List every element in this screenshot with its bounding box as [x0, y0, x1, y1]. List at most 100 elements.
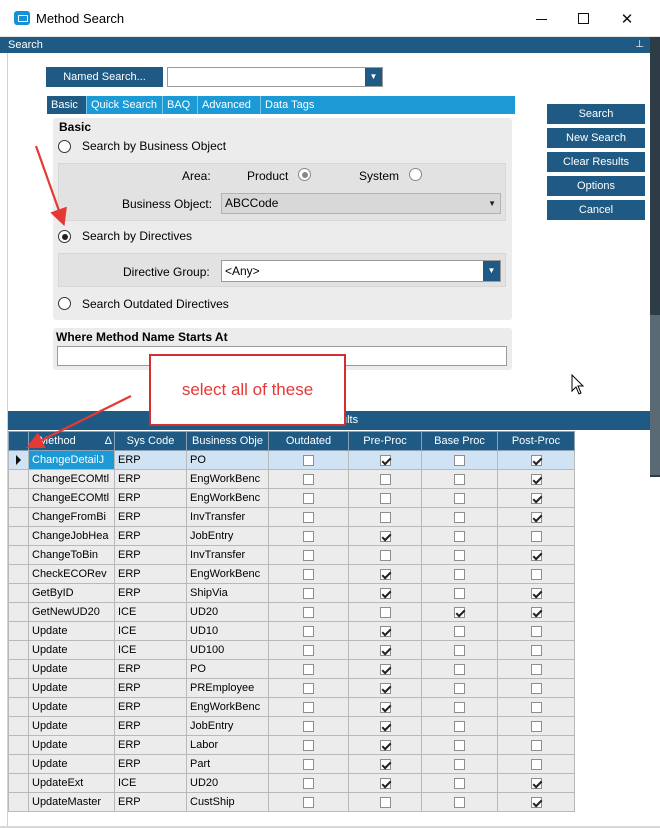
column-header-outdated[interactable]: Outdated: [268, 431, 349, 451]
checkbox[interactable]: [379, 511, 391, 523]
checkbox[interactable]: [530, 587, 542, 599]
checkbox[interactable]: [454, 701, 465, 713]
cell-business-object[interactable]: EngWorkBenc: [186, 469, 269, 489]
table-row[interactable]: Update ICE UD100: [8, 640, 575, 660]
checkbox[interactable]: [454, 720, 465, 732]
checkbox[interactable]: [379, 777, 391, 789]
cancel-button[interactable]: Cancel: [547, 200, 645, 220]
table-row[interactable]: UpdateMaster ERP CustShip: [8, 792, 575, 812]
checkbox[interactable]: [454, 644, 465, 656]
checkbox[interactable]: [530, 454, 542, 466]
checkbox[interactable]: [303, 587, 314, 599]
cell-method[interactable]: Update: [28, 640, 115, 660]
checkbox[interactable]: [379, 549, 391, 561]
cell-pre-proc[interactable]: [348, 659, 422, 679]
table-row[interactable]: ChangeECOMtl ERP EngWorkBenc: [8, 488, 575, 508]
cell-base-proc[interactable]: [421, 773, 498, 793]
cell-outdated[interactable]: [268, 602, 349, 622]
tab-baq[interactable]: BAQ: [163, 96, 198, 114]
cell-business-object[interactable]: Labor: [186, 735, 269, 755]
table-row[interactable]: Update ERP Part: [8, 754, 575, 774]
table-row[interactable]: GetNewUD20 ICE UD20: [8, 602, 575, 622]
cell-method[interactable]: ChangeDetailJ: [28, 450, 115, 470]
cell-post-proc[interactable]: [497, 640, 575, 660]
cell-business-object[interactable]: Part: [186, 754, 269, 774]
cell-pre-proc[interactable]: [348, 735, 422, 755]
radio-search-by-business-object[interactable]: [58, 140, 71, 153]
cell-sys-code[interactable]: ERP: [114, 659, 187, 679]
chevron-down-icon[interactable]: ▼: [488, 194, 496, 213]
row-selector[interactable]: [8, 640, 29, 660]
cell-pre-proc[interactable]: [348, 545, 422, 565]
row-selector[interactable]: [8, 754, 29, 774]
cell-outdated[interactable]: [268, 659, 349, 679]
cell-business-object[interactable]: InvTransfer: [186, 545, 269, 565]
cell-method[interactable]: Update: [28, 716, 115, 736]
cell-method[interactable]: ChangeFromBi: [28, 507, 115, 527]
checkbox[interactable]: [303, 739, 314, 751]
cell-method[interactable]: Update: [28, 754, 115, 774]
cell-sys-code[interactable]: ERP: [114, 754, 187, 774]
column-header-sys-code[interactable]: Sys Code: [114, 431, 187, 451]
cell-business-object[interactable]: EngWorkBenc: [186, 488, 269, 508]
column-header-method[interactable]: Method Δ: [28, 431, 115, 451]
cell-sys-code[interactable]: ICE: [114, 621, 187, 641]
checkbox[interactable]: [379, 625, 391, 637]
row-selector-header[interactable]: [8, 431, 29, 451]
cell-outdated[interactable]: [268, 792, 349, 812]
cell-method[interactable]: UpdateMaster: [28, 792, 115, 812]
cell-base-proc[interactable]: [421, 602, 498, 622]
cell-business-object[interactable]: JobEntry: [186, 716, 269, 736]
row-selector[interactable]: [8, 792, 29, 812]
radio-search-outdated-directives[interactable]: [58, 297, 71, 310]
checkbox[interactable]: [303, 549, 314, 561]
tab-basic[interactable]: Basic: [47, 96, 87, 114]
cell-post-proc[interactable]: [497, 792, 575, 812]
cell-sys-code[interactable]: ERP: [114, 488, 187, 508]
checkbox[interactable]: [530, 701, 542, 713]
cell-outdated[interactable]: [268, 545, 349, 565]
cell-base-proc[interactable]: [421, 507, 498, 527]
cell-pre-proc[interactable]: [348, 564, 422, 584]
table-row[interactable]: UpdateExt ICE UD20: [8, 773, 575, 793]
search-by-directives-label[interactable]: Search by Directives: [82, 229, 192, 243]
cell-base-proc[interactable]: [421, 678, 498, 698]
checkbox[interactable]: [303, 777, 314, 789]
cell-method[interactable]: ChangeJobHea: [28, 526, 115, 546]
cell-method[interactable]: ChangeToBin: [28, 545, 115, 565]
cell-sys-code[interactable]: ERP: [114, 697, 187, 717]
cell-post-proc[interactable]: [497, 754, 575, 774]
cell-base-proc[interactable]: [421, 792, 498, 812]
cell-pre-proc[interactable]: [348, 507, 422, 527]
table-row[interactable]: GetByID ERP ShipVia: [8, 583, 575, 603]
checkbox[interactable]: [454, 606, 465, 618]
cell-pre-proc[interactable]: [348, 469, 422, 489]
cell-sys-code[interactable]: ERP: [114, 716, 187, 736]
cell-base-proc[interactable]: [421, 716, 498, 736]
cell-business-object[interactable]: EngWorkBenc: [186, 697, 269, 717]
cell-outdated[interactable]: [268, 526, 349, 546]
cell-sys-code[interactable]: ICE: [114, 773, 187, 793]
tab-data-tags[interactable]: Data Tags: [261, 96, 325, 114]
cell-method[interactable]: ChangeECOMtl: [28, 488, 115, 508]
row-selector[interactable]: [8, 469, 29, 489]
table-row[interactable]: Update ERP EngWorkBenc: [8, 697, 575, 717]
cell-post-proc[interactable]: [497, 678, 575, 698]
cell-sys-code[interactable]: ERP: [114, 545, 187, 565]
cell-base-proc[interactable]: [421, 545, 498, 565]
cell-outdated[interactable]: [268, 773, 349, 793]
row-selector[interactable]: [8, 526, 29, 546]
checkbox[interactable]: [454, 549, 465, 561]
cell-sys-code[interactable]: ICE: [114, 640, 187, 660]
cell-method[interactable]: Update: [28, 621, 115, 641]
checkbox[interactable]: [530, 758, 542, 770]
tab-quick-search[interactable]: Quick Search: [87, 96, 163, 114]
cell-base-proc[interactable]: [421, 583, 498, 603]
cell-method[interactable]: ChangeECOMtl: [28, 469, 115, 489]
cell-outdated[interactable]: [268, 450, 349, 470]
cell-post-proc[interactable]: [497, 773, 575, 793]
cell-base-proc[interactable]: [421, 621, 498, 641]
pin-icon[interactable]: ⊥: [635, 37, 644, 53]
cell-post-proc[interactable]: [497, 450, 575, 470]
checkbox[interactable]: [379, 739, 391, 751]
